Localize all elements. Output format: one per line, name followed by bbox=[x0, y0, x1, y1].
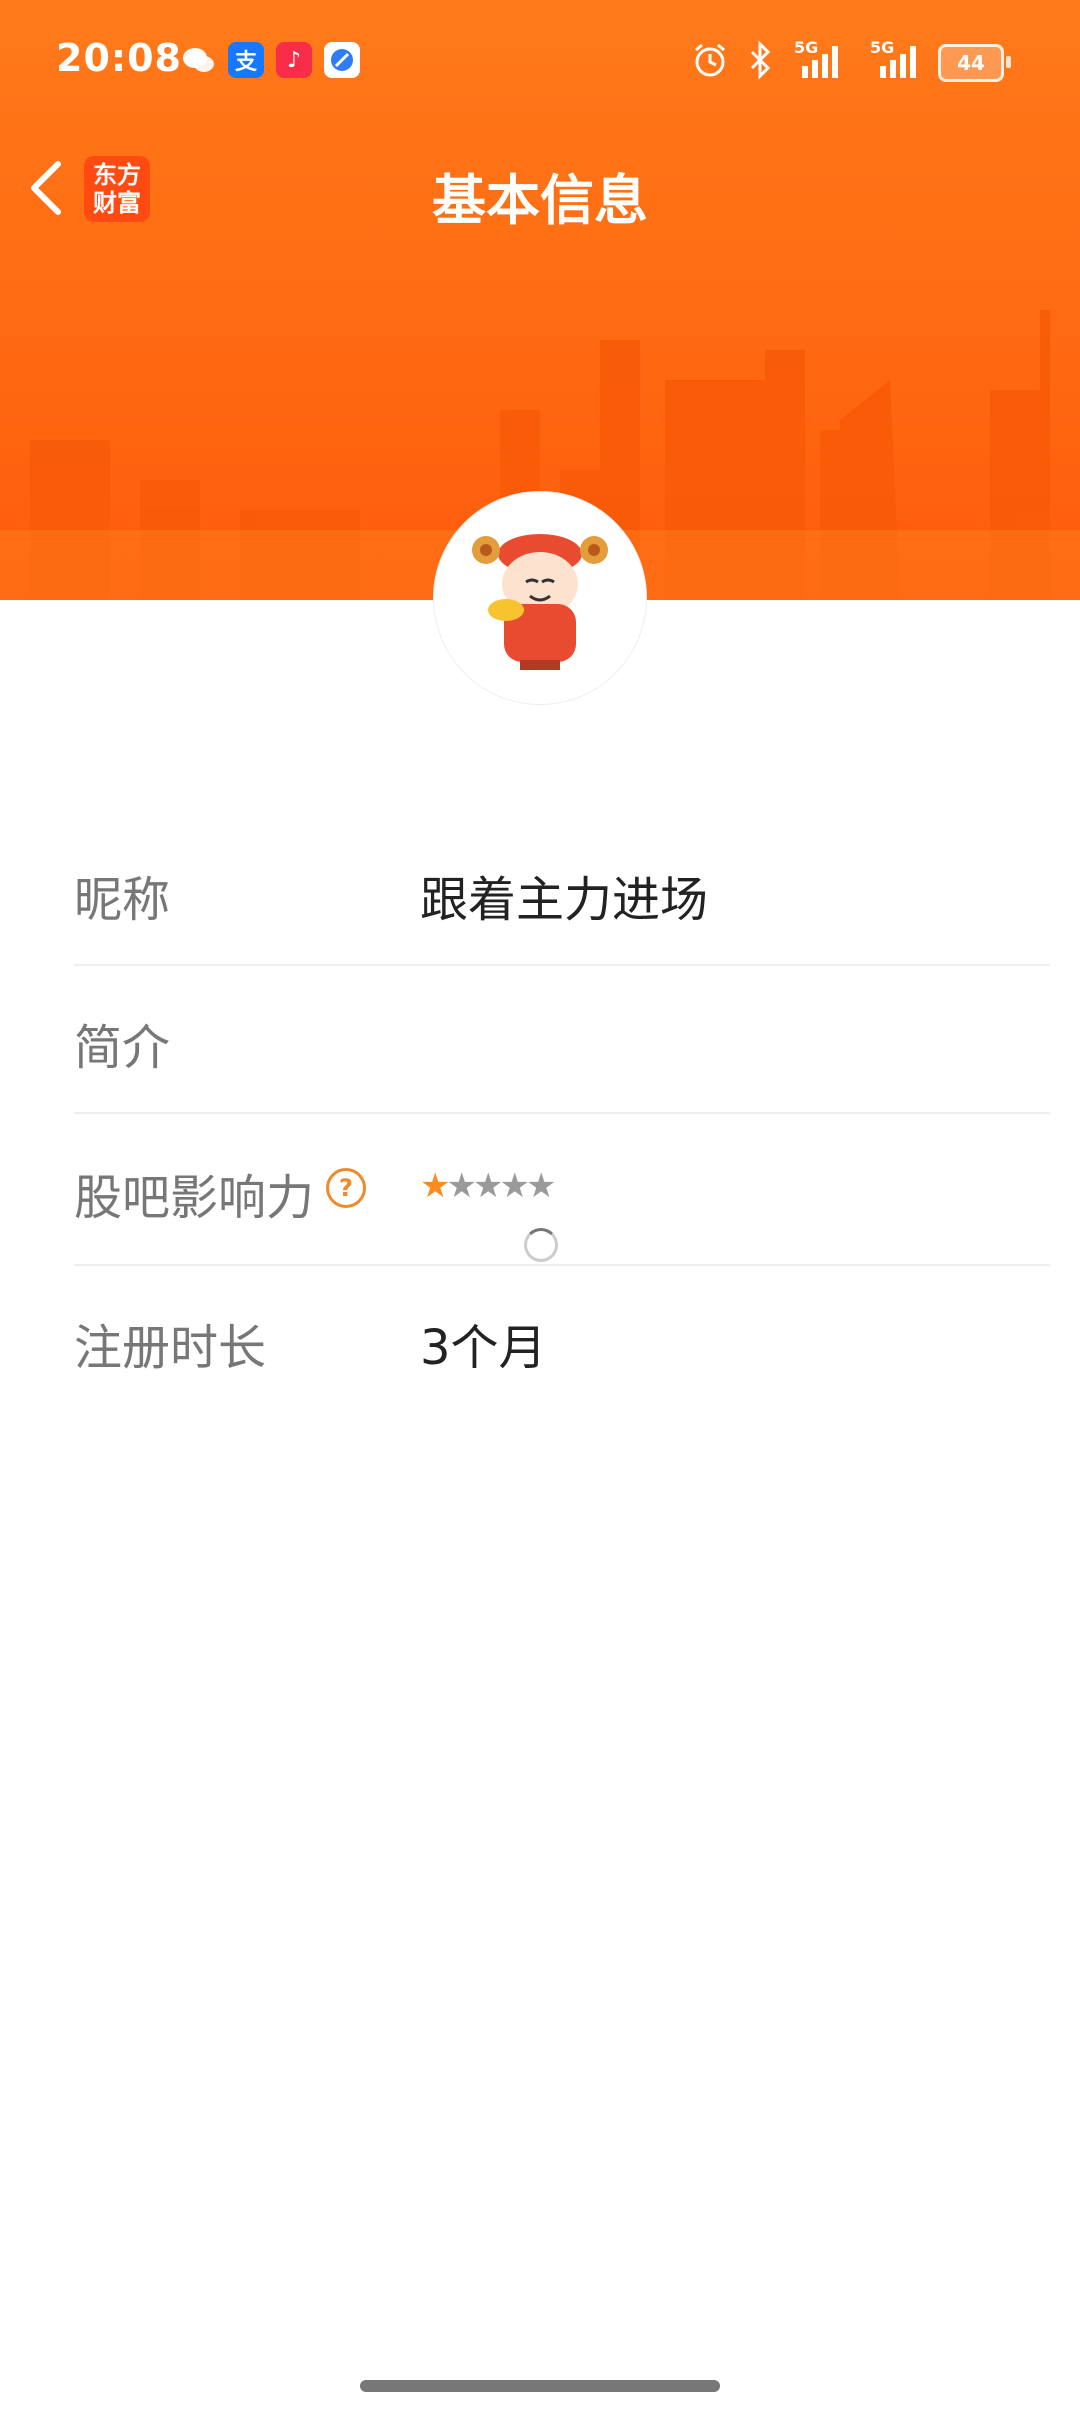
nickname-label: 昵称 bbox=[74, 872, 171, 928]
wechat-icon bbox=[180, 42, 216, 78]
influence-label: 股吧影响力 bbox=[74, 1170, 315, 1226]
alipay-icon: 支 bbox=[228, 42, 264, 78]
bluetooth-icon bbox=[750, 40, 771, 80]
help-icon[interactable]: ? bbox=[326, 1168, 366, 1208]
star-empty-icon: ★ bbox=[446, 1166, 477, 1206]
page-title: 基本信息 bbox=[432, 169, 648, 232]
alarm-icon bbox=[695, 43, 725, 77]
influence-stars: ★★★★★ bbox=[420, 1166, 557, 1206]
bio-row[interactable]: 简介 bbox=[74, 964, 1050, 1114]
star-empty-icon: ★ bbox=[499, 1166, 530, 1206]
alipay-glyph: 支 bbox=[234, 50, 257, 75]
nickname-value: 跟着主力进场 bbox=[420, 872, 709, 928]
music-icon: ♪ bbox=[276, 42, 312, 78]
battery-icon: 44 bbox=[938, 44, 1011, 82]
bio-label: 简介 bbox=[74, 1020, 171, 1076]
status-bar: 20:08 支 ♪ 5G 5G 44 bbox=[0, 0, 1080, 120]
influence-row: 股吧影响力 ? ★★★★★ bbox=[74, 1112, 1050, 1266]
browser-icon bbox=[324, 42, 360, 78]
signal-icon-2 bbox=[880, 46, 916, 78]
star-empty-icon: ★ bbox=[525, 1166, 557, 1206]
registration-value: 3个月 bbox=[420, 1320, 547, 1376]
help-mark: ? bbox=[339, 1174, 353, 1202]
status-time: 20:08 bbox=[56, 36, 182, 80]
star-filled-icon: ★ bbox=[420, 1166, 451, 1206]
signal-icon bbox=[802, 46, 838, 78]
home-indicator[interactable] bbox=[360, 2380, 720, 2392]
battery-level: 44 bbox=[957, 51, 985, 75]
user-avatar[interactable] bbox=[434, 492, 646, 704]
nickname-row[interactable]: 昵称 跟着主力进场 bbox=[74, 840, 1050, 966]
loading-spinner-icon bbox=[524, 1228, 558, 1262]
registration-label: 注册时长 bbox=[74, 1320, 267, 1376]
avatar-image bbox=[434, 492, 646, 704]
registration-row: 注册时长 3个月 bbox=[74, 1264, 1050, 1414]
star-empty-icon: ★ bbox=[472, 1166, 504, 1206]
